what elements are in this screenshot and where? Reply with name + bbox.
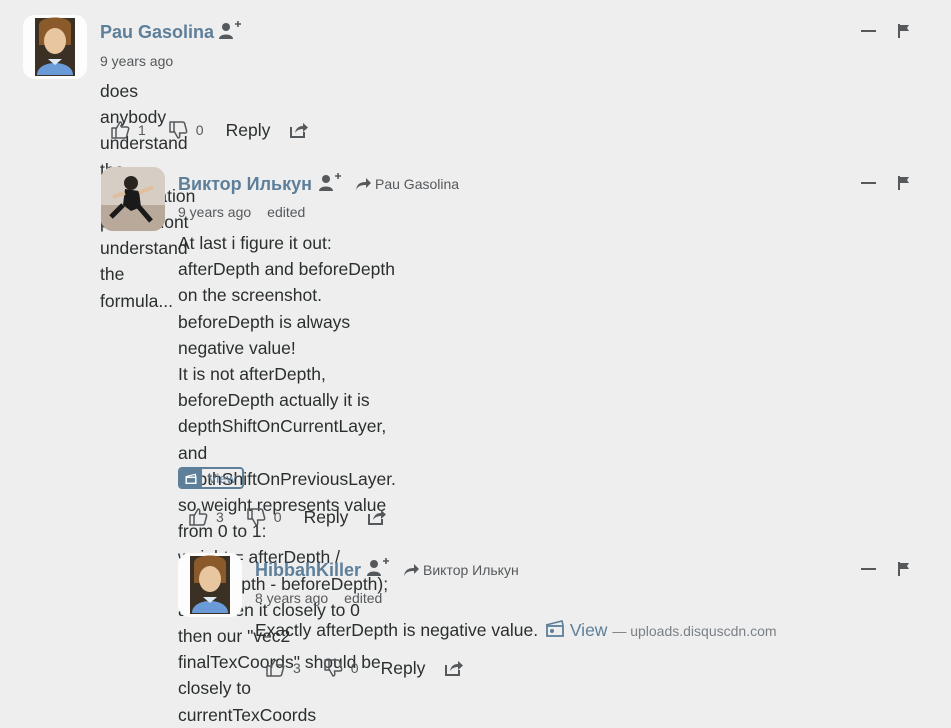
- comment-line: At last i figure it out:: [178, 233, 332, 253]
- upvote-icon[interactable]: [265, 658, 285, 678]
- comment-text: Exactly afterDepth is negative value.: [255, 620, 539, 640]
- author-name[interactable]: Pau Gasolina: [100, 22, 214, 43]
- flag-icon[interactable]: [898, 562, 910, 576]
- reply-button[interactable]: Reply: [226, 120, 271, 141]
- reply-arrow-icon: [403, 563, 419, 577]
- upvote-count: 3: [216, 509, 224, 525]
- comment-line: afterDepth and beforeDepth on the screen…: [178, 259, 395, 306]
- timestamp[interactable]: 9 years ago: [100, 53, 173, 69]
- reply-arrow-icon: [355, 177, 371, 191]
- timestamp: 9 years ago edited: [178, 204, 305, 220]
- comment-line: currentTexCoords: [178, 704, 317, 725]
- downvote-icon[interactable]: [246, 507, 266, 527]
- upvote-icon[interactable]: [188, 507, 208, 527]
- downvote-icon[interactable]: [168, 120, 188, 140]
- author-name[interactable]: HibbahKiller: [255, 560, 361, 581]
- comment-actions: 3 0 Reply: [188, 507, 386, 527]
- reply-to-name[interactable]: Виктор Илькун: [423, 562, 519, 578]
- view-label: View: [208, 470, 236, 486]
- time-label[interactable]: 9 years ago: [178, 204, 251, 220]
- upvote-icon[interactable]: [110, 120, 130, 140]
- image-icon: [180, 469, 202, 487]
- edited-label: edited: [344, 590, 383, 606]
- comment-actions: 1 0 Reply: [110, 120, 308, 140]
- edited-label: edited: [267, 204, 306, 220]
- follow-user-icon[interactable]: [367, 558, 389, 578]
- avatar[interactable]: [23, 15, 87, 79]
- flag-icon[interactable]: [898, 24, 910, 38]
- downvote-count: 0: [350, 660, 359, 676]
- comment-tools: [861, 176, 910, 190]
- avatar[interactable]: [101, 167, 165, 231]
- upvote-count: 1: [138, 122, 146, 138]
- avatar[interactable]: [178, 553, 242, 617]
- downvote-count: 0: [273, 509, 282, 525]
- image-icon[interactable]: [545, 619, 565, 637]
- view-image-link[interactable]: View: [570, 620, 608, 640]
- author-name[interactable]: Виктор Илькун: [178, 174, 312, 195]
- timestamp: 8 years ago edited: [255, 590, 382, 606]
- share-icon[interactable]: [288, 121, 308, 139]
- reply-button[interactable]: Reply: [304, 507, 349, 528]
- time-label[interactable]: 8 years ago: [255, 590, 328, 606]
- comment-actions: 3 0 Reply: [265, 658, 463, 678]
- image-host: — uploads.disquscdn.com: [612, 623, 777, 639]
- in-reply-to[interactable]: Виктор Илькун: [403, 562, 519, 578]
- follow-user-icon[interactable]: [219, 21, 241, 41]
- comment-body: Exactly afterDepth is negative value. Vi…: [255, 617, 777, 644]
- view-image-button[interactable]: View: [178, 467, 244, 489]
- share-icon[interactable]: [443, 659, 463, 677]
- comment-line: beforeDepth is always negative value!: [178, 311, 351, 358]
- comment-tools: [861, 24, 910, 38]
- downvote-icon[interactable]: [323, 658, 343, 678]
- reply-to-name[interactable]: Pau Gasolina: [375, 176, 459, 192]
- share-icon[interactable]: [366, 508, 386, 526]
- time-label[interactable]: 9 years ago: [100, 53, 173, 69]
- downvote-count: 0: [195, 122, 204, 138]
- follow-user-icon[interactable]: [319, 173, 341, 193]
- comment-line: It is not afterDepth, beforeDepth actual…: [178, 364, 387, 463]
- flag-icon[interactable]: [898, 176, 910, 190]
- collapse-icon[interactable]: [861, 30, 876, 32]
- upvote-count: 3: [293, 660, 301, 676]
- reply-button[interactable]: Reply: [381, 658, 426, 679]
- collapse-icon[interactable]: [861, 182, 876, 184]
- collapse-icon[interactable]: [861, 568, 876, 570]
- comment-tools: [861, 562, 910, 576]
- in-reply-to[interactable]: Pau Gasolina: [355, 176, 459, 192]
